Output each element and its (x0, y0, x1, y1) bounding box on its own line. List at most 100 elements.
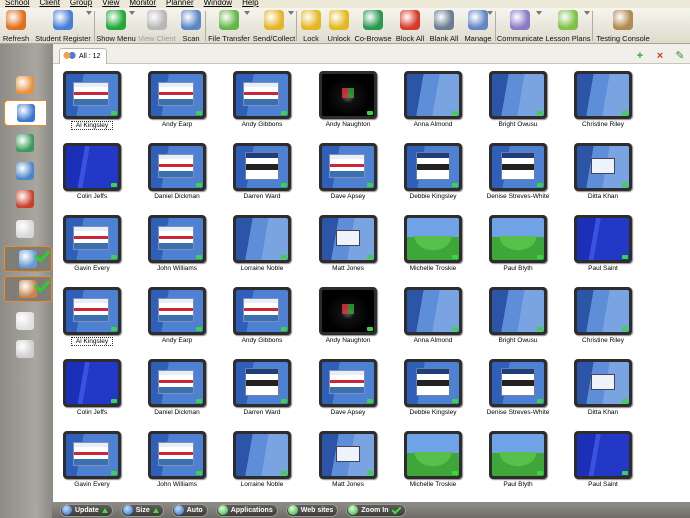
client-screen-thumbnail[interactable] (574, 143, 632, 191)
client-tile[interactable]: Ditta Khan (568, 140, 638, 212)
blank-all-button[interactable]: Blank All (427, 8, 461, 44)
client-screen-thumbnail[interactable] (404, 287, 462, 335)
client-tile[interactable]: Bright Owusu (483, 68, 553, 140)
client-tile[interactable]: Ditta Khan (568, 356, 638, 428)
sidebar-item-cube[interactable] (8, 216, 42, 242)
view-client-button[interactable]: View Client (137, 8, 177, 44)
client-tile[interactable]: Bright Owusu (483, 284, 553, 356)
client-screen-thumbnail[interactable] (319, 143, 377, 191)
dropdown-arrow-icon[interactable] (244, 11, 250, 15)
applications-button[interactable]: Applications (215, 503, 278, 517)
sidebar-item-eye-check[interactable] (4, 276, 52, 302)
client-screen-thumbnail[interactable] (233, 287, 291, 335)
client-tile[interactable]: Paul Saint (568, 212, 638, 284)
client-tile[interactable]: Darren Ward (227, 140, 297, 212)
client-screen-thumbnail[interactable] (574, 215, 632, 263)
client-screen-thumbnail[interactable] (489, 431, 547, 479)
zoom-in-button[interactable]: Zoom In (346, 503, 406, 517)
dropdown-arrow-icon[interactable] (288, 11, 294, 15)
client-tile[interactable]: Gavin Every (57, 428, 127, 500)
sidebar-item-eraser[interactable] (8, 308, 42, 334)
client-tile[interactable]: Matt Jones (313, 212, 383, 284)
size-button[interactable]: Size (120, 503, 164, 517)
client-screen-thumbnail[interactable] (489, 215, 547, 263)
client-tile[interactable]: Andy Naughton (313, 284, 383, 356)
client-tile[interactable]: Paul Blyth (483, 428, 553, 500)
unlock-button[interactable]: Unlock (325, 8, 353, 44)
client-tile[interactable]: Matt Jones (313, 428, 383, 500)
refresh-button[interactable]: Refresh (0, 8, 32, 44)
sidebar-item-checklist[interactable] (8, 186, 42, 212)
client-tile[interactable]: Gavin Every (57, 212, 127, 284)
scan-button[interactable]: Scan (177, 8, 205, 44)
client-tile[interactable]: Colin Jeffs (57, 356, 127, 428)
client-tile[interactable]: Andy Earp (142, 68, 212, 140)
client-tile[interactable]: Andy Gibbons (227, 68, 297, 140)
lesson-plans-button[interactable]: Lesson Plans (544, 8, 592, 44)
client-screen-thumbnail[interactable] (319, 431, 377, 479)
client-screen-thumbnail[interactable] (489, 143, 547, 191)
client-screen-thumbnail[interactable] (148, 71, 206, 119)
client-tile[interactable]: Michelle Troskie (398, 428, 468, 500)
dropdown-arrow-icon[interactable] (129, 11, 135, 15)
menu-client[interactable]: Client (34, 0, 64, 7)
client-tile[interactable]: Denise Streves-White (483, 356, 553, 428)
client-screen-thumbnail[interactable] (404, 71, 462, 119)
client-tile[interactable]: Christine Riley (568, 284, 638, 356)
client-tile[interactable]: Christine Riley (568, 68, 638, 140)
student-register-button[interactable]: Student Register (32, 8, 94, 44)
client-screen-thumbnail[interactable] (574, 359, 632, 407)
sidebar-item-pen[interactable] (8, 336, 42, 362)
client-tile[interactable]: Daniel Dickman (142, 356, 212, 428)
client-tile[interactable]: Al Kingsley (57, 68, 127, 140)
dropdown-arrow-icon[interactable] (86, 11, 92, 15)
settings-icon[interactable]: ✎ (675, 51, 685, 62)
sidebar-item-users-check[interactable] (4, 246, 52, 272)
client-screen-thumbnail[interactable] (233, 71, 291, 119)
client-screen-thumbnail[interactable] (319, 359, 377, 407)
menu-window[interactable]: Window (199, 0, 237, 7)
client-screen-thumbnail[interactable] (63, 287, 121, 335)
block-all-button[interactable]: Block All (393, 8, 427, 44)
sidebar-item-clients[interactable] (4, 100, 46, 126)
client-screen-thumbnail[interactable] (148, 431, 206, 479)
web-sites-button[interactable]: Web sites (285, 503, 339, 517)
client-tile[interactable]: Darren Ward (227, 356, 297, 428)
client-screen-thumbnail[interactable] (489, 287, 547, 335)
client-tile[interactable]: Daniel Dickman (142, 140, 212, 212)
client-tile[interactable]: Al Kingsley (57, 284, 127, 356)
client-tile[interactable]: Lorraine Noble (227, 212, 297, 284)
client-tile[interactable]: Anna Almond (398, 284, 468, 356)
file-transfer-button[interactable]: File Transfer (206, 8, 252, 44)
client-tile[interactable]: Denise Streves-White (483, 140, 553, 212)
client-tile[interactable]: Paul Blyth (483, 212, 553, 284)
menu-view[interactable]: View (97, 0, 124, 7)
client-screen-thumbnail[interactable] (489, 71, 547, 119)
client-tile[interactable]: John Williams (142, 428, 212, 500)
client-tile[interactable]: Lorraine Noble (227, 428, 297, 500)
client-tile[interactable]: Colin Jeffs (57, 140, 127, 212)
menu-group[interactable]: Group (65, 0, 97, 7)
menu-help[interactable]: Help (237, 0, 263, 7)
communicate-button[interactable]: Communicate (496, 8, 544, 44)
client-screen-thumbnail[interactable] (404, 215, 462, 263)
client-screen-thumbnail[interactable] (233, 215, 291, 263)
client-screen-thumbnail[interactable] (63, 143, 121, 191)
client-screen-thumbnail[interactable] (319, 287, 377, 335)
client-screen-thumbnail[interactable] (233, 359, 291, 407)
client-screen-thumbnail[interactable] (233, 431, 291, 479)
client-screen-thumbnail[interactable] (404, 431, 462, 479)
update-button[interactable]: Update (60, 503, 113, 517)
dropdown-arrow-icon[interactable] (487, 11, 493, 15)
client-screen-thumbnail[interactable] (574, 287, 632, 335)
client-screen-thumbnail[interactable] (148, 143, 206, 191)
client-screen-thumbnail[interactable] (319, 215, 377, 263)
client-tile[interactable]: Dave Apsey (313, 356, 383, 428)
client-screen-thumbnail[interactable] (404, 359, 462, 407)
client-screen-thumbnail[interactable] (63, 215, 121, 263)
dropdown-arrow-icon[interactable] (536, 11, 542, 15)
menu-monitor[interactable]: Monitor (124, 0, 161, 7)
client-tile[interactable]: Dave Apsey (313, 140, 383, 212)
client-tile[interactable]: Andy Naughton (313, 68, 383, 140)
client-tile[interactable]: Andy Gibbons (227, 284, 297, 356)
